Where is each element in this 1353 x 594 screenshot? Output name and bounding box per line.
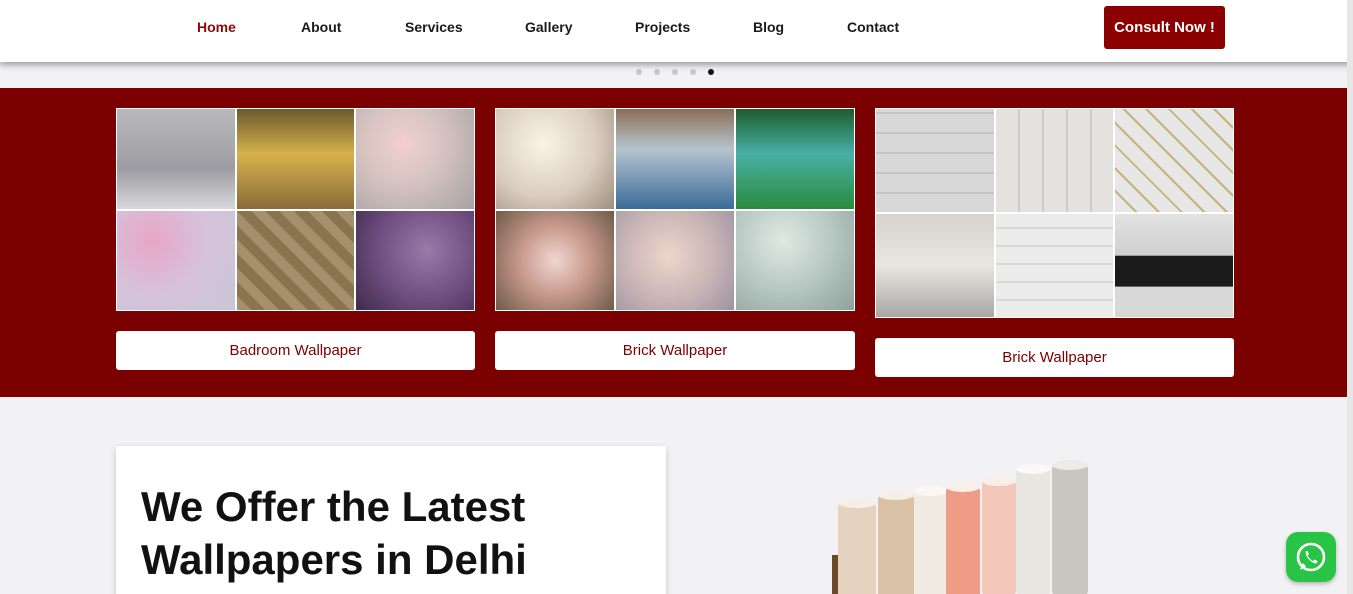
whatsapp-icon: [1296, 542, 1326, 572]
bedroom-wallpaper-collage[interactable]: [116, 108, 475, 311]
nav-blog[interactable]: Blog: [753, 19, 784, 35]
ceiling-wallpaper-collage[interactable]: [875, 108, 1234, 318]
wallpaper-photo: [876, 214, 994, 317]
wallpaper-photo: [117, 210, 235, 310]
consult-now-button[interactable]: Consult Now !: [1104, 6, 1225, 49]
nav-services[interactable]: Services: [405, 19, 463, 35]
wallpaper-photo: [1115, 109, 1233, 212]
wallpaper-photo: [236, 210, 355, 310]
wallpaper-categories: Badroom Wallpaper Brick Wallpaper Brick …: [0, 88, 1348, 397]
slider-dot[interactable]: [672, 69, 678, 75]
wallpaper-photo: [117, 109, 235, 209]
wallpaper-photo: [356, 109, 474, 209]
slider-dot[interactable]: [636, 69, 642, 75]
category-button[interactable]: Brick Wallpaper: [875, 338, 1234, 377]
offer-card: We Offer the Latest Wallpapers in Delhi: [116, 446, 666, 594]
category-button[interactable]: Badroom Wallpaper: [116, 331, 475, 370]
wallpaper-photo: [736, 109, 854, 209]
wallpaper-photo: [236, 109, 355, 209]
wallpaper-photo: [1115, 214, 1233, 317]
wallpaper-photo: [356, 210, 474, 310]
wallpaper-photo: [496, 109, 614, 209]
slider-dot-active[interactable]: [708, 69, 714, 75]
wallpaper-photo: [496, 210, 614, 310]
wallpaper-photo: [995, 214, 1114, 317]
wallpaper-photo: [616, 109, 734, 209]
nav-projects[interactable]: Projects: [635, 19, 690, 35]
offer-heading: We Offer the Latest Wallpapers in Delhi: [141, 483, 527, 583]
wallpaper-photo: [616, 210, 734, 310]
slider-dot[interactable]: [654, 69, 660, 75]
slider-dot[interactable]: [690, 69, 696, 75]
nav-contact[interactable]: Contact: [847, 19, 899, 35]
slider-dots: [636, 69, 714, 75]
category-button[interactable]: Brick Wallpaper: [495, 331, 855, 370]
page-scrollbar[interactable]: [1347, 0, 1353, 594]
nav-gallery[interactable]: Gallery: [525, 19, 572, 35]
wallpaper-photo: [736, 210, 854, 310]
wallpaper-photo: [995, 109, 1114, 212]
nav-home[interactable]: Home: [197, 19, 236, 35]
wallpaper-rolls-image: [832, 460, 1088, 594]
wallpaper-photo: [876, 109, 994, 212]
nav-about[interactable]: About: [301, 19, 341, 35]
site-header: Home About Services Gallery Projects Blo…: [0, 0, 1353, 62]
whatsapp-chat-button[interactable]: [1286, 532, 1336, 582]
3d-wallpaper-collage[interactable]: [495, 108, 855, 311]
